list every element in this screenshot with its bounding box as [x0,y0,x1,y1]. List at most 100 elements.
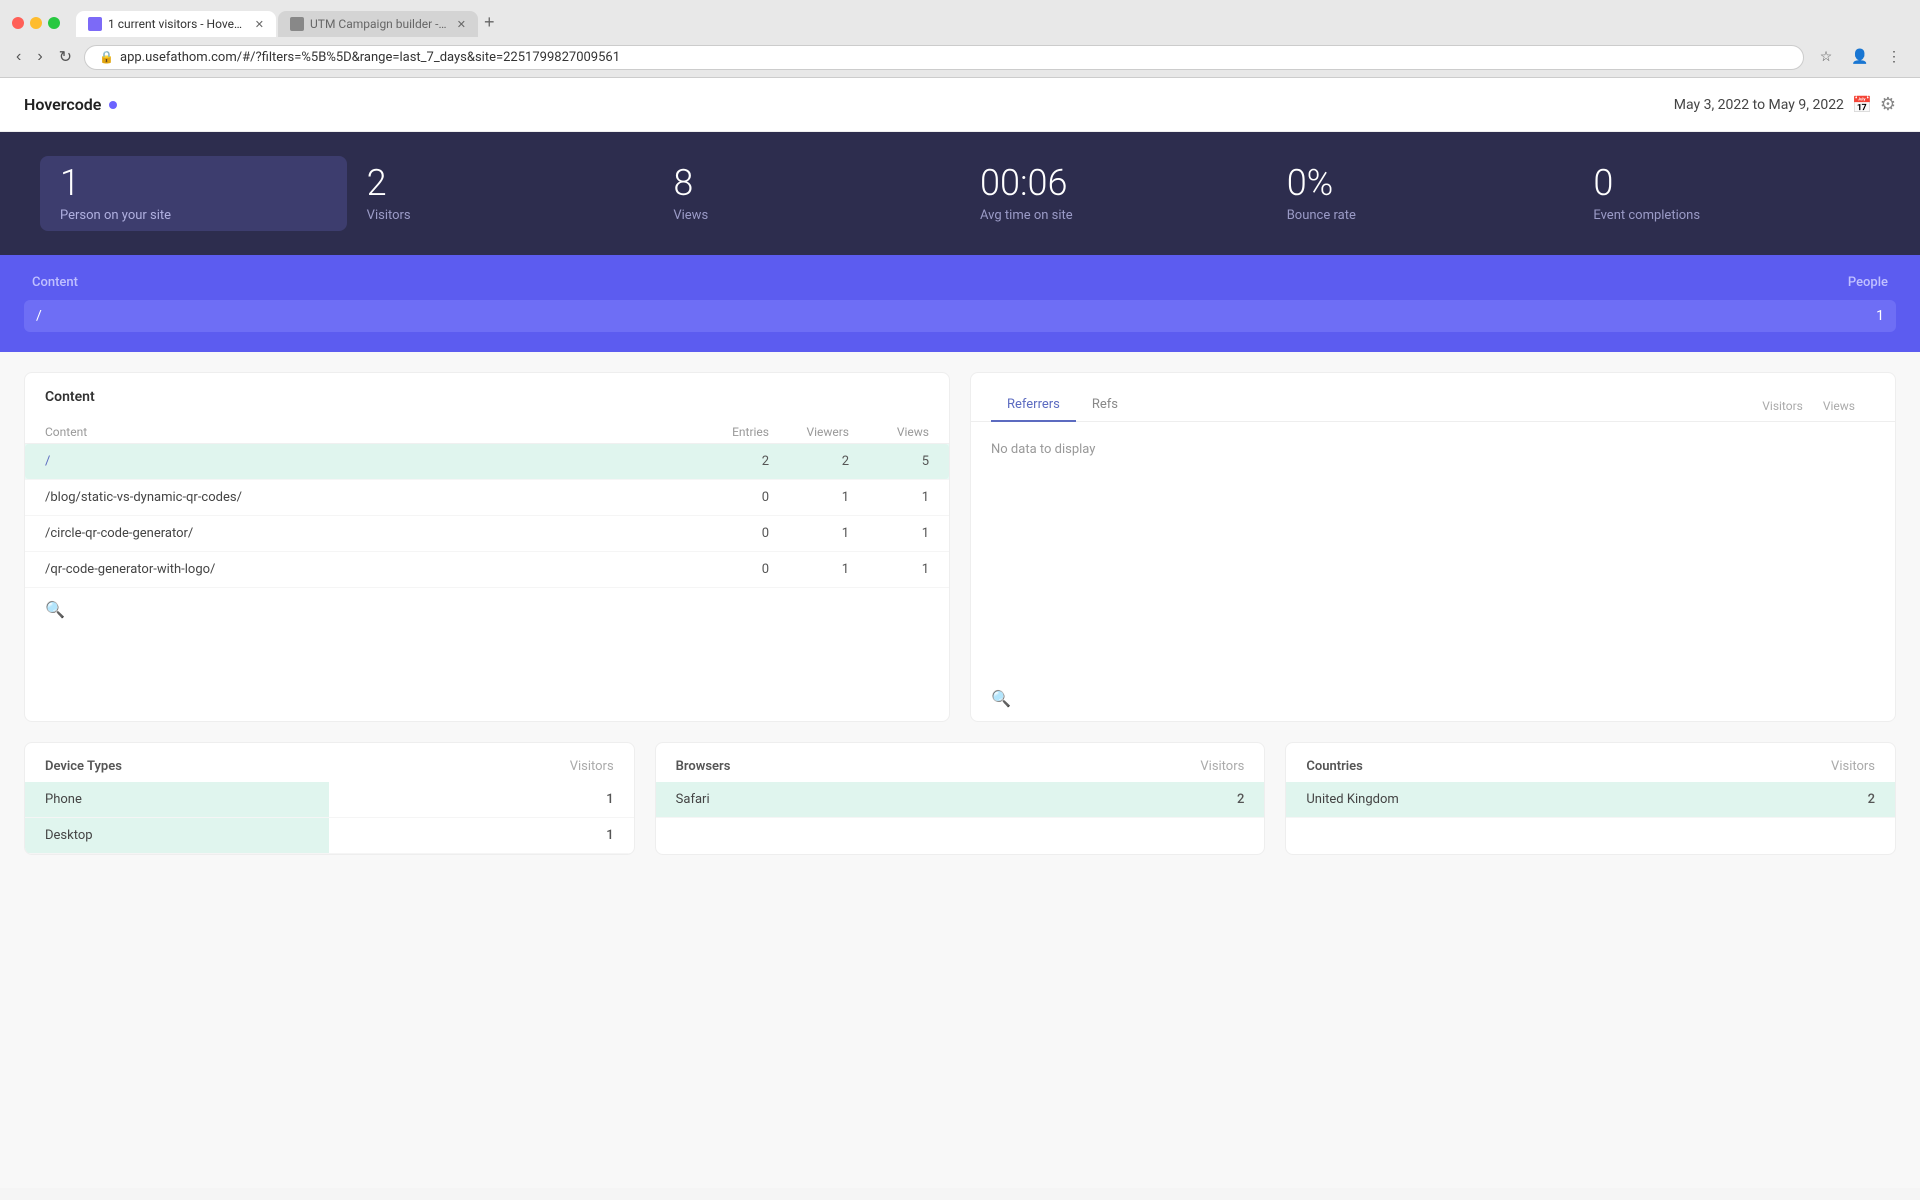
referrers-card-footer: 🔍 [971,677,1895,721]
countries-col-visitors: Visitors [1831,759,1875,774]
row-entries: 0 [689,526,769,541]
device-row-phone[interactable]: Phone 1 [25,782,634,818]
browser-val-safari: 2 [1237,792,1244,807]
stat-bounce-label: Bounce rate [1287,208,1356,223]
bookmark-icon[interactable]: ☆ [1812,43,1840,71]
live-table-row[interactable]: / 1 [24,300,1896,332]
date-range-selector[interactable]: May 3, 2022 to May 9, 2022 📅 ⚙ [1674,94,1896,115]
close-window-button[interactable] [12,17,24,29]
stat-current-label: Person on your site [60,208,171,223]
row-viewers: 1 [769,562,849,577]
browsers-col-visitors: Visitors [1200,759,1244,774]
tab-close-2[interactable]: ✕ [457,18,466,31]
menu-icon[interactable]: ⋮ [1880,43,1908,71]
live-section: Content People / 1 [0,255,1920,352]
stat-visitors[interactable]: 2 Visitors [347,156,654,231]
row-path: /blog/static-vs-dynamic-qr-codes/ [45,490,689,505]
app-wrapper: Hovercode May 3, 2022 to May 9, 2022 📅 ⚙… [0,78,1920,1188]
stat-views[interactable]: 8 Views [653,156,960,231]
content-card-header: Content [25,373,949,421]
maximize-window-button[interactable] [48,17,60,29]
device-types-title: Device Types [45,759,122,774]
tab-close-1[interactable]: ✕ [255,18,264,31]
live-row-people: 1 [1876,308,1884,324]
site-selector[interactable]: Hovercode [24,95,117,114]
stat-current-value: 1 [60,164,80,204]
live-dot-indicator [109,101,117,109]
row-viewers: 1 [769,490,849,505]
browsers-card: Browsers Visitors Safari 2 [655,742,1266,855]
countries-card: Countries Visitors United Kingdom 2 [1285,742,1896,855]
country-val-uk: 2 [1868,792,1875,807]
stat-avg-time[interactable]: 00:06 Avg time on site [960,156,1267,231]
browsers-header: Browsers Visitors [656,743,1265,782]
stat-events[interactable]: 0 Event completions [1573,156,1880,231]
row-entries: 2 [689,454,769,469]
stat-bounce-rate[interactable]: 0% Bounce rate [1267,156,1574,231]
url-bar[interactable]: 🔒 app.usefathom.com/#/?filters=%5B%5D&ra… [84,45,1804,70]
col-header-viewers: Viewers [769,425,849,439]
stat-events-label: Event completions [1593,208,1700,223]
row-viewers: 2 [769,454,849,469]
referrers-search-button[interactable]: 🔍 [991,689,1011,709]
new-tab-button[interactable]: + [480,8,499,37]
table-row[interactable]: /blog/static-vs-dynamic-qr-codes/ 0 1 1 [25,480,949,516]
row-views: 5 [849,454,929,469]
minimize-window-button[interactable] [30,17,42,29]
browser-titlebar: 1 current visitors - Hovercode ✕ UTM Cam… [0,0,1920,37]
row-views: 1 [849,490,929,505]
row-entries: 0 [689,562,769,577]
row-path: /qr-code-generator-with-logo/ [45,562,689,577]
row-entries: 0 [689,490,769,505]
forward-button[interactable]: › [33,46,46,68]
app-header: Hovercode May 3, 2022 to May 9, 2022 📅 ⚙ [0,78,1920,132]
col-header-entries: Entries [689,425,769,439]
table-row[interactable]: /qr-code-generator-with-logo/ 0 1 1 [25,552,949,588]
calendar-icon: 📅 [1852,95,1872,114]
stats-bar: 1 Person on your site 2 Visitors 8 Views… [0,132,1920,255]
browser-tabs: 1 current visitors - Hovercode ✕ UTM Cam… [76,8,1908,37]
date-range-text: May 3, 2022 to May 9, 2022 [1674,97,1844,113]
main-two-col: Content Content Entries Viewers Views / … [24,372,1896,722]
tab-refs[interactable]: Refs [1076,389,1134,422]
settings-icon[interactable]: ⚙ [1880,94,1896,115]
stat-bounce-value: 0% [1287,164,1334,204]
back-button[interactable]: ‹ [12,46,25,68]
content-search-button[interactable]: 🔍 [45,600,65,620]
referrers-col-views: Views [1803,391,1875,421]
stat-avg-time-value: 00:06 [980,164,1067,204]
table-row[interactable]: /circle-qr-code-generator/ 0 1 1 [25,516,949,552]
live-col-content: Content [32,275,78,290]
content-table-card: Content Content Entries Viewers Views / … [24,372,950,722]
tab-referrers[interactable]: Referrers [991,389,1076,422]
stat-current-visitors[interactable]: 1 Person on your site [40,156,347,231]
browser-label-safari: Safari [676,792,710,807]
browser-row-safari[interactable]: Safari 2 [656,782,1265,818]
live-row-path: / [36,308,42,324]
browser-tab-active[interactable]: 1 current visitors - Hovercode ✕ [76,11,276,37]
browser-tab-inactive[interactable]: UTM Campaign builder - Fath... ✕ [278,11,478,37]
device-types-header: Device Types Visitors [25,743,634,782]
main-content: Content Content Entries Viewers Views / … [0,352,1920,875]
tab-title-2: UTM Campaign builder - Fath... [310,17,447,31]
device-row-desktop[interactable]: Desktop 1 [25,818,634,854]
content-card-footer: 🔍 [25,588,949,632]
stat-events-value: 0 [1593,164,1613,204]
stat-visitors-value: 2 [367,164,387,204]
referrers-no-data: No data to display [971,422,1895,477]
col-header-views: Views [849,425,929,439]
col-header-content: Content [45,425,689,439]
browser-row-bar [656,782,1265,817]
device-val-desktop: 1 [606,828,613,843]
browser-chrome: 1 current visitors - Hovercode ✕ UTM Cam… [0,0,1920,78]
stat-visitors-label: Visitors [367,208,411,223]
reload-button[interactable]: ↻ [55,45,76,69]
countries-title: Countries [1306,759,1362,774]
url-text: app.usefathom.com/#/?filters=%5B%5D&rang… [120,50,1789,65]
country-row-uk[interactable]: United Kingdom 2 [1286,782,1895,818]
stat-avg-time-label: Avg time on site [980,208,1073,223]
table-row[interactable]: / 2 2 5 [25,444,949,480]
referrers-tab-row: Referrers Refs Visitors Views [971,373,1895,422]
tab-title-1: 1 current visitors - Hovercode [108,17,245,31]
account-icon[interactable]: 👤 [1846,43,1874,71]
